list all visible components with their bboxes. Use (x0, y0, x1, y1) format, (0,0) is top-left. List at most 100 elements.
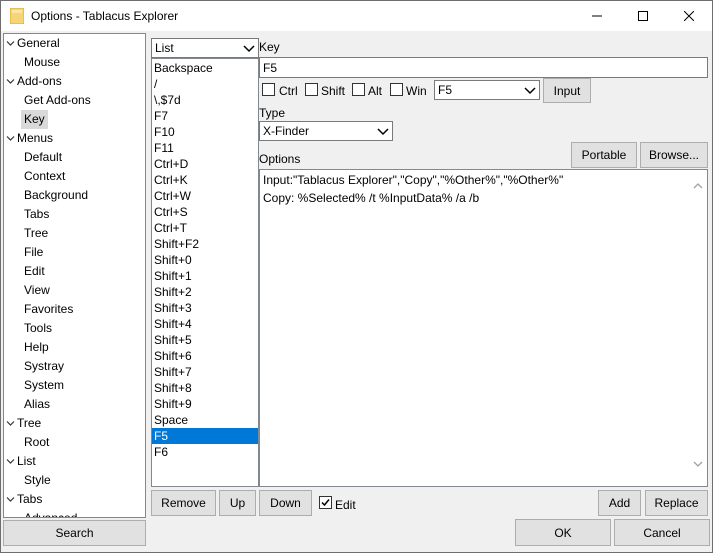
list-mode-select[interactable]: List (151, 38, 259, 58)
tree-item[interactable]: Default (4, 148, 145, 167)
ok-button[interactable]: OK (515, 519, 611, 546)
tree-item[interactable]: Tree (4, 224, 145, 243)
tree-group[interactable]: Add-ons (4, 72, 145, 91)
tree-expand-chevron-icon[interactable] (5, 72, 15, 91)
key-list-item[interactable]: F6 (152, 444, 258, 460)
tree-item-label: Background (24, 188, 89, 202)
tree-item[interactable]: Context (4, 167, 145, 186)
edit-label: Edit (335, 498, 356, 512)
key-list-item[interactable]: Shift+0 (152, 252, 258, 268)
scroll-down-icon[interactable] (693, 460, 703, 468)
tree-item[interactable]: Tools (4, 319, 145, 338)
tree-item[interactable]: System (4, 376, 145, 395)
tree-item[interactable]: Key (4, 110, 145, 129)
key-list-item[interactable]: Shift+5 (152, 332, 258, 348)
tree-item-label: Get Add-ons (24, 93, 91, 107)
down-button[interactable]: Down (259, 490, 312, 516)
key-list-item[interactable]: Shift+1 (152, 268, 258, 284)
tree-item[interactable]: Root (4, 433, 145, 452)
shift-checkbox[interactable] (305, 83, 318, 96)
tree-expand-chevron-icon[interactable] (5, 490, 15, 509)
key-list-item[interactable]: Space (152, 412, 258, 428)
win-checkbox[interactable] (390, 83, 403, 96)
key-list-item[interactable]: Shift+3 (152, 300, 258, 316)
tree-item[interactable]: Background (4, 186, 145, 205)
tree-item-label: Menus (17, 131, 54, 145)
minimize-button[interactable] (574, 1, 620, 31)
tree-group[interactable]: General (4, 34, 145, 53)
tree-item-label: Favorites (24, 302, 74, 316)
input-button[interactable]: Input (543, 78, 591, 103)
tree-item-label: File (24, 245, 44, 259)
tree-group[interactable]: List (4, 452, 145, 471)
tree-item[interactable]: Alias (4, 395, 145, 414)
tree-item[interactable]: Get Add-ons (4, 91, 145, 110)
key-list-item[interactable]: Ctrl+D (152, 156, 258, 172)
options-line: Input:"Tablacus Explorer","Copy","%Other… (263, 173, 564, 187)
options-line: Copy: %Selected% /t %InputData% /a /b (263, 191, 480, 205)
tree-expand-chevron-icon[interactable] (5, 452, 15, 471)
tree-item[interactable]: Style (4, 471, 145, 490)
key-list-item[interactable]: F5 (152, 428, 258, 444)
maximize-button[interactable] (620, 1, 666, 31)
tree-group[interactable]: Tabs (4, 490, 145, 509)
tree-item[interactable]: View (4, 281, 145, 300)
remove-button[interactable]: Remove (151, 490, 216, 516)
chevron-down-icon (524, 87, 536, 95)
tree-item-label: Edit (24, 264, 45, 278)
tree-item[interactable]: Edit (4, 262, 145, 281)
key-list-item[interactable]: Ctrl+S (152, 204, 258, 220)
key-list-item[interactable]: Backspace (152, 60, 258, 76)
tree-expand-chevron-icon[interactable] (5, 414, 15, 433)
key-list-item[interactable]: Ctrl+T (152, 220, 258, 236)
tree-item[interactable]: Mouse (4, 53, 145, 72)
key-list-item[interactable]: Shift+4 (152, 316, 258, 332)
key-list-item[interactable]: Shift+F2 (152, 236, 258, 252)
tree-item[interactable]: File (4, 243, 145, 262)
ctrl-checkbox[interactable] (262, 83, 275, 96)
key-list-item[interactable]: \,$7d (152, 92, 258, 108)
alt-checkbox[interactable] (352, 83, 365, 96)
key-list-item[interactable]: Ctrl+K (152, 172, 258, 188)
tree-item-label: List (17, 454, 36, 468)
key-list-item[interactable]: Shift+8 (152, 380, 258, 396)
add-button[interactable]: Add (598, 490, 641, 516)
tree-expand-chevron-icon[interactable] (5, 34, 15, 53)
key-list-item[interactable]: / (152, 76, 258, 92)
key-select[interactable]: F5 (434, 80, 540, 100)
browse-button[interactable]: Browse... (640, 142, 708, 168)
cancel-button[interactable]: Cancel (614, 519, 710, 546)
key-list-item[interactable]: F11 (152, 140, 258, 156)
tree-group[interactable]: Tree (4, 414, 145, 433)
up-button[interactable]: Up (219, 490, 256, 516)
portable-button[interactable]: Portable (571, 142, 637, 168)
key-list-item[interactable]: Shift+7 (152, 364, 258, 380)
tree-item[interactable]: Help (4, 338, 145, 357)
tree-item[interactable]: Advanced (4, 509, 145, 517)
type-select[interactable]: X-Finder (259, 121, 393, 141)
options-label: Options (259, 152, 301, 166)
key-list-item[interactable]: F7 (152, 108, 258, 124)
close-button[interactable] (666, 1, 712, 31)
key-list-item[interactable]: Ctrl+W (152, 188, 258, 204)
key-list-item[interactable]: Shift+9 (152, 396, 258, 412)
scroll-up-icon[interactable] (693, 182, 703, 190)
tree-item[interactable]: Systray (4, 357, 145, 376)
edit-checkbox[interactable] (319, 496, 332, 509)
search-button[interactable]: Search (3, 520, 146, 546)
replace-button[interactable]: Replace (645, 490, 708, 516)
key-input[interactable]: F5 (259, 57, 708, 78)
tree-group[interactable]: Menus (4, 129, 145, 148)
options-tree[interactable]: General Mouse Add-ons Get Add-ons Key Menus De… (3, 33, 146, 518)
checkmark-icon (321, 499, 330, 507)
tree-item[interactable]: Tabs (4, 205, 145, 224)
key-list[interactable]: Backspace / \,$7d F7 F10 F11 Ctrl+D Ctrl+K Ctrl+… (151, 58, 259, 487)
tree-expand-chevron-icon[interactable] (5, 129, 15, 148)
vertical-scrollbar[interactable] (690, 170, 707, 486)
key-list-item[interactable]: Shift+6 (152, 348, 258, 364)
options-textarea[interactable]: Input:"Tablacus Explorer","Copy","%Other… (259, 169, 708, 487)
tree-item[interactable]: Favorites (4, 300, 145, 319)
key-list-item[interactable]: F10 (152, 124, 258, 140)
key-list-item[interactable]: Shift+2 (152, 284, 258, 300)
tree-item-label: System (24, 378, 65, 392)
